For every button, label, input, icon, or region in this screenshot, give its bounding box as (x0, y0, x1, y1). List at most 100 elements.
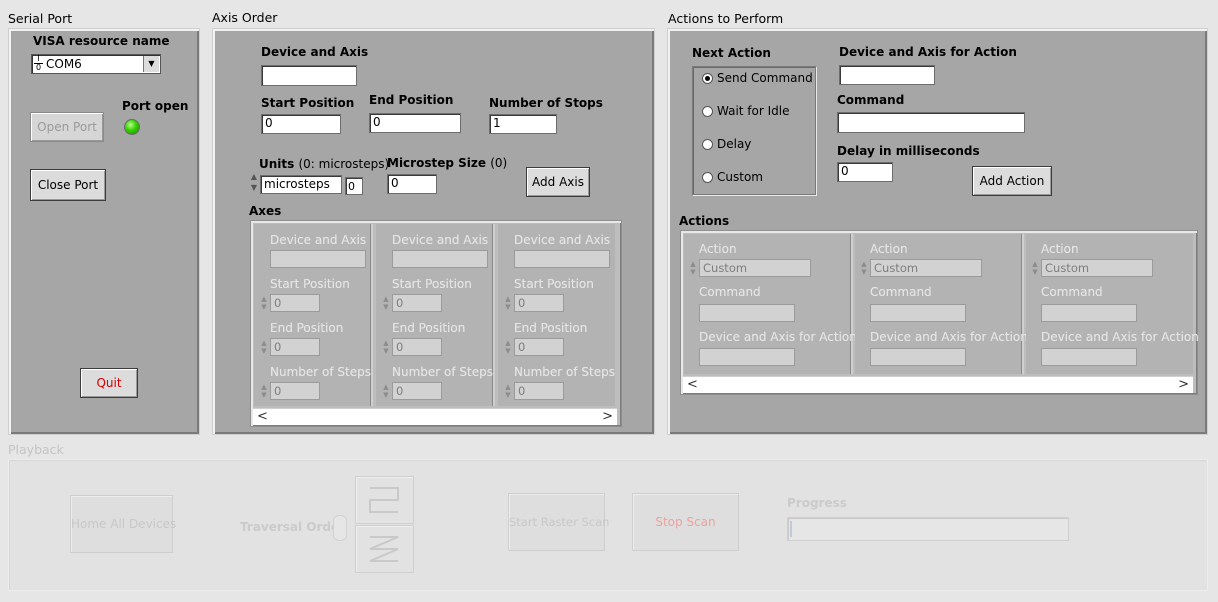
actions-list-label: Actions (679, 214, 730, 228)
port-open-led (124, 119, 140, 135)
action-device-field (870, 348, 966, 366)
units-label: Units (0: microsteps) (259, 157, 390, 171)
visa-resource-label: VISA resource name (33, 34, 170, 48)
axis-end-label: End Position (514, 321, 588, 335)
axis-start-label: Start Position (270, 277, 350, 291)
visa-resource-select[interactable]: I0 COM6 ▼ (31, 54, 161, 74)
microstep-size-label: Microstep Size (0) (387, 156, 508, 170)
progress-label: Progress (787, 496, 847, 510)
axis-steps-label: Number of Steps (514, 365, 615, 379)
scroll-left-icon[interactable]: < (257, 409, 268, 424)
microstep-size-input[interactable]: 0 (387, 174, 437, 194)
action-cluster: Action ▲ ▼ Custom Command Device and Axis… (855, 234, 1028, 374)
axis-device-label: Device and Axis (514, 233, 611, 247)
spinner-icon: ▲ ▼ (261, 295, 267, 311)
action-command-field (1041, 304, 1137, 322)
axis-device-label: Device and Axis (270, 233, 367, 247)
visa-io-icon: I0 (34, 54, 43, 72)
units-spinner-icon[interactable]: ▲ ▼ (250, 171, 258, 195)
next-action-label: Next Action (692, 46, 771, 60)
device-axis-input[interactable] (261, 65, 357, 86)
serial-port-title: Serial Port (8, 11, 73, 26)
radio-custom[interactable]: Custom (702, 170, 763, 184)
start-position-input[interactable]: 0 (261, 114, 341, 134)
action-command-label: Command (870, 285, 932, 299)
number-of-stops-input[interactable]: 1 (489, 114, 557, 134)
spinner-icon: ▲ ▼ (261, 383, 267, 399)
scroll-right-icon[interactable]: > (1178, 377, 1189, 392)
axis-steps-field: 0 (514, 382, 564, 400)
spinner-icon: ▲ ▼ (1032, 260, 1038, 276)
scroll-left-icon[interactable]: < (687, 377, 698, 392)
port-open-label: Port open (122, 99, 189, 113)
stop-scan-button[interactable]: Stop Scan (632, 493, 739, 551)
number-of-stops-label: Number of Stops (489, 96, 603, 110)
action-device-axis-input[interactable] (839, 65, 935, 85)
axis-cluster: Device and Axis Start Position ▲ ▼ 0 End … (498, 224, 615, 406)
actions-title: Actions to Perform (668, 11, 784, 26)
spinner-icon: ▲ ▼ (383, 383, 389, 399)
radio-delay[interactable]: Delay (702, 137, 751, 151)
delay-input[interactable]: 0 (837, 162, 893, 182)
axis-end-field: 0 (514, 338, 564, 356)
chevron-down-icon[interactable]: ▼ (143, 56, 159, 72)
action-type-field: Custom (699, 259, 811, 277)
axis-end-field: 0 (392, 338, 442, 356)
units-input[interactable]: microsteps (260, 175, 342, 194)
spinner-icon: ▲ ▼ (383, 339, 389, 355)
axes-array[interactable]: Device and Axis Start Position ▲ ▼ 0 End … (250, 220, 622, 427)
traversal-order-label: Traversal Order (240, 520, 346, 534)
axis-start-label: Start Position (514, 277, 594, 291)
axis-device-field (270, 250, 366, 268)
action-device-label: Device and Axis for Action (1041, 330, 1199, 344)
traversal-order-toggle[interactable] (333, 515, 347, 541)
axis-cluster: Device and Axis Start Position ▲ ▼ 0 End … (254, 224, 373, 406)
add-action-button[interactable]: Add Action (972, 166, 1052, 196)
axis-order-title: Axis Order (212, 10, 278, 25)
axis-end-label: End Position (270, 321, 344, 335)
units-index-input[interactable]: 0 (345, 177, 363, 195)
axis-start-field: 0 (514, 294, 564, 312)
scroll-right-icon[interactable]: > (602, 409, 613, 424)
axis-steps-label: Number of Steps (392, 365, 493, 379)
axis-steps-field: 0 (392, 382, 442, 400)
actions-array[interactable]: Action ▲ ▼ Custom Command Device and Axis… (680, 230, 1199, 395)
start-raster-scan-button[interactable]: Start Raster Scan (508, 493, 609, 551)
radio-off-icon (702, 172, 713, 183)
radio-on-icon (702, 73, 713, 84)
close-port-button[interactable]: Close Port (30, 169, 106, 201)
action-command-field (699, 304, 795, 322)
action-device-axis-label: Device and Axis for Action (839, 45, 1017, 59)
axes-horizontal-scrollbar[interactable]: < > (253, 408, 617, 425)
actions-horizontal-scrollbar[interactable]: < > (683, 376, 1193, 393)
visa-resource-value: COM6 (46, 57, 82, 71)
axis-device-field (514, 250, 610, 268)
end-position-input[interactable]: 0 (369, 113, 461, 133)
actions-panel: Next Action Send Command Wait for Idle D… (667, 28, 1208, 435)
spinner-icon: ▲ ▼ (690, 260, 696, 276)
axis-end-label: End Position (392, 321, 466, 335)
open-port-button[interactable]: Open Port (30, 112, 104, 142)
action-type-field: Custom (1041, 259, 1153, 277)
action-device-field (699, 348, 795, 366)
playback-panel: Home All Devices Traversal Order Start R… (8, 459, 1208, 591)
action-type-label: Action (870, 242, 908, 256)
radio-send-command[interactable]: Send Command (702, 71, 813, 85)
spinner-icon: ▲ ▼ (261, 339, 267, 355)
radio-off-icon (702, 139, 713, 150)
axis-device-label: Device and Axis (392, 233, 489, 247)
spinner-icon: ▲ ▼ (861, 260, 867, 276)
spinner-icon: ▲ ▼ (505, 339, 511, 355)
quit-button[interactable]: Quit (80, 368, 138, 398)
axis-order-panel: Device and Axis Start Position 0 End Pos… (212, 28, 655, 435)
action-command-field (870, 304, 966, 322)
end-position-label: End Position (369, 93, 454, 107)
radio-wait-for-idle[interactable]: Wait for Idle (702, 104, 790, 118)
home-all-devices-button[interactable]: Home All Devices (70, 495, 176, 553)
command-input[interactable] (837, 112, 1025, 133)
add-axis-button[interactable]: Add Axis (526, 167, 590, 197)
delay-label: Delay in milliseconds (837, 144, 980, 158)
radio-off-icon (702, 106, 713, 117)
command-label: Command (837, 93, 905, 107)
action-device-label: Device and Axis for Action (699, 330, 857, 344)
